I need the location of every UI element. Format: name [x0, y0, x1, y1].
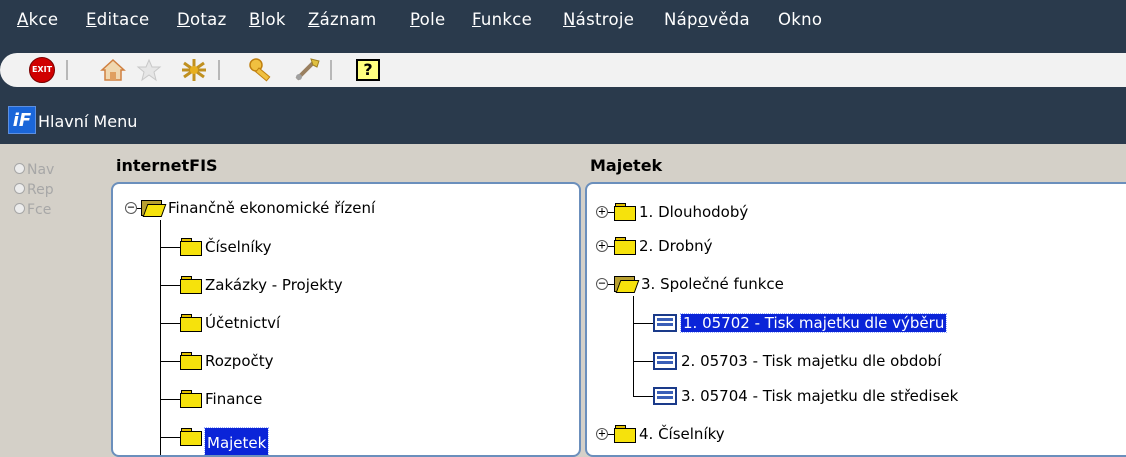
collapse-icon[interactable]: −	[125, 201, 137, 214]
tree-item-dlouhodoby[interactable]: 1. Dlouhodobý	[614, 201, 748, 223]
folder-icon	[614, 203, 636, 221]
open-folder-icon	[614, 275, 640, 293]
radio-button-icon	[14, 163, 25, 174]
collapse-icon[interactable]: −	[596, 277, 608, 290]
form-icon	[653, 314, 677, 332]
radio-rep[interactable]: Rep	[14, 182, 54, 198]
home-icon	[100, 58, 126, 81]
tree-item-05702[interactable]: 1. 05702 - Tisk majetku dle výběru	[653, 312, 948, 334]
left-tree-panel[interactable]: − Finančně ekonomické řízení Číselníky Z…	[111, 182, 581, 457]
key-button[interactable]	[247, 56, 277, 84]
toolbar-strip: EXIT ?	[0, 53, 1126, 87]
tree-item-ciselniky[interactable]: 4. Číselníky	[614, 423, 725, 445]
menu-bar: Akce Editace Dotaz Blok Záznam Pole Funk…	[0, 0, 1126, 44]
tree-item-majetek[interactable]: Majetek	[180, 426, 270, 455]
tools-button[interactable]	[292, 56, 322, 84]
form-icon	[653, 387, 677, 405]
folder-icon	[614, 425, 636, 443]
toolbar-separator	[218, 60, 220, 80]
tree-item-zakazky[interactable]: Zakázky - Projekty	[180, 274, 343, 296]
folder-icon	[180, 238, 202, 256]
folder-icon	[180, 352, 202, 370]
menu-editace[interactable]: Editace	[86, 10, 149, 29]
menu-okno[interactable]: Okno	[778, 10, 822, 29]
menu-dotaz[interactable]: Dotaz	[177, 10, 227, 29]
right-tree-panel[interactable]: + 1. Dlouhodobý + 2. Drobný − 3. Společn…	[585, 182, 1126, 457]
home-button[interactable]	[98, 56, 128, 84]
tree-item-05704[interactable]: 3. 05704 - Tisk majetku dle středisek	[653, 385, 958, 407]
folder-icon	[180, 390, 202, 408]
window-title: Hlavní Menu	[38, 112, 138, 131]
tree-item-spolecne-funkce[interactable]: 3. Společné funkce	[614, 273, 784, 295]
network-icon	[182, 59, 206, 81]
menu-pole[interactable]: Pole	[410, 10, 445, 29]
radio-fce[interactable]: Fce	[14, 202, 51, 218]
tree-item-ucetnictvi[interactable]: Účetnictví	[180, 312, 280, 334]
menu-funkce[interactable]: Funkce	[472, 10, 532, 29]
folder-icon	[614, 237, 636, 255]
form-icon	[653, 352, 677, 370]
toolbar-separator	[66, 60, 68, 80]
folder-icon	[180, 428, 202, 446]
tree-item-05703[interactable]: 2. 05703 - Tisk majetku dle období	[653, 350, 941, 372]
tree-item-ciselniky[interactable]: Číselníky	[180, 236, 272, 258]
tree-item-finance[interactable]: Finance	[180, 388, 262, 410]
menu-akce[interactable]: Akce	[17, 10, 58, 29]
window-title-bar: iF Hlavní Menu	[0, 98, 1126, 144]
help-icon: ?	[356, 59, 380, 81]
tree-item-drobny[interactable]: 2. Drobný	[614, 235, 713, 257]
menu-nastroje[interactable]: Nástroje	[563, 10, 634, 29]
radio-button-icon	[14, 203, 25, 214]
expand-icon[interactable]: +	[596, 239, 608, 252]
tree-item-rozpocty[interactable]: Rozpočty	[180, 350, 274, 372]
radio-button-icon	[14, 183, 25, 194]
exit-button[interactable]: EXIT	[27, 56, 57, 84]
expand-icon[interactable]: +	[596, 205, 608, 218]
exit-icon: EXIT	[29, 57, 55, 83]
help-button[interactable]: ?	[353, 56, 383, 84]
key-icon	[249, 58, 271, 82]
right-panel-header: Majetek	[590, 156, 663, 175]
star-icon	[136, 58, 162, 82]
tree-root[interactable]: Finančně ekonomické řízení	[141, 197, 375, 219]
toolbar: EXIT ?	[0, 44, 1126, 98]
menu-napoveda[interactable]: Nápověda	[664, 10, 750, 29]
menu-blok[interactable]: Blok	[249, 10, 286, 29]
favorites-button[interactable]	[134, 56, 164, 84]
folder-icon	[180, 314, 202, 332]
toolbar-separator	[330, 60, 332, 80]
radio-nav[interactable]: Nav	[14, 162, 54, 178]
expand-icon[interactable]: +	[596, 427, 608, 440]
network-button[interactable]	[179, 56, 209, 84]
tools-icon	[295, 58, 320, 81]
left-panel-header: internetFIS	[116, 156, 218, 175]
app-icon: iF	[8, 106, 36, 134]
menu-zaznam[interactable]: Záznam	[308, 10, 377, 29]
open-folder-icon	[141, 199, 167, 217]
folder-icon	[180, 276, 202, 294]
